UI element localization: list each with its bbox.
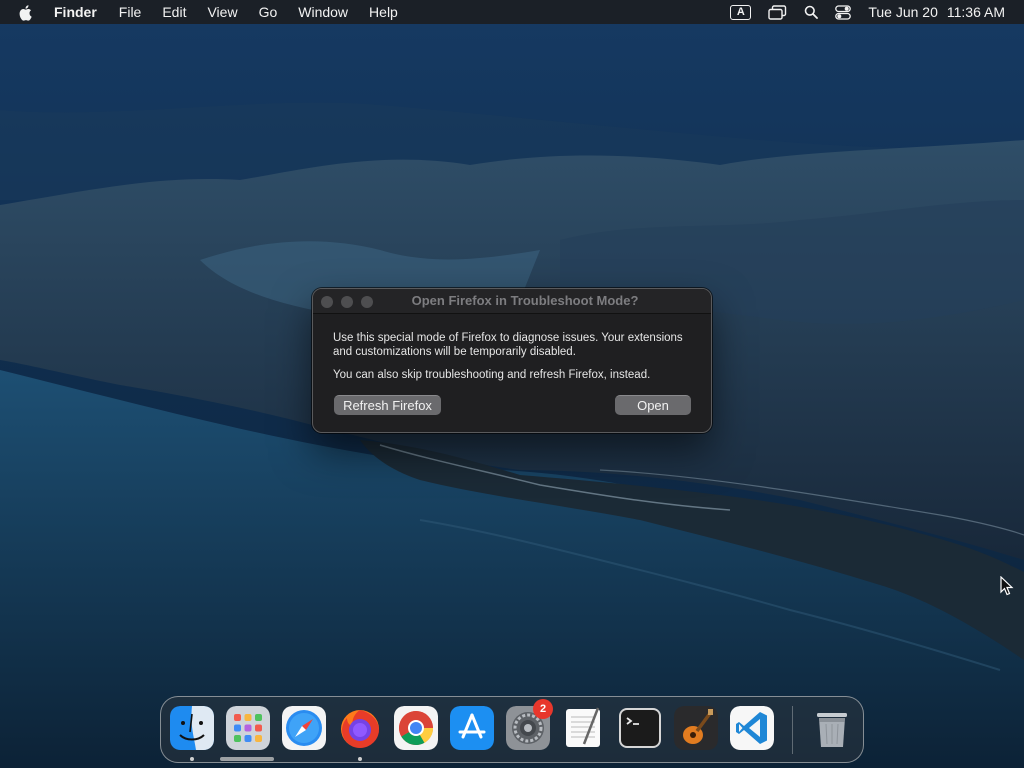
finder-running-indicator (190, 757, 194, 761)
open-button[interactable]: Open (615, 395, 691, 415)
firefox-icon[interactable] (338, 706, 382, 750)
apple-menu-icon[interactable] (19, 3, 35, 21)
dialog-secondary-message: You can also skip troubleshooting and re… (333, 369, 651, 381)
clock-date: Tue Jun 20 (868, 4, 938, 20)
input-source-icon[interactable]: A (730, 0, 752, 24)
input-source-label: A (730, 4, 752, 20)
control-center-icon[interactable] (835, 0, 852, 24)
system-preferences-badge: 2 (533, 699, 553, 719)
dialog-title: Open Firefox in Troubleshoot Mode? (411, 293, 639, 308)
clock-time: 11:36 AM (946, 4, 1005, 20)
safari-icon[interactable] (282, 706, 326, 750)
menu-window[interactable]: Window (298, 0, 348, 24)
trash-icon[interactable] (810, 706, 854, 750)
garageband-icon[interactable] (674, 706, 718, 750)
spotlight-search-icon[interactable] (804, 0, 819, 24)
vscode-icon[interactable] (730, 706, 774, 750)
chrome-icon[interactable] (394, 706, 438, 750)
launchpad-icon[interactable] (226, 706, 270, 750)
dialog-titlebar: Open Firefox in Troubleshoot Mode? (313, 289, 711, 314)
troubleshoot-mode-dialog: Open Firefox in Troubleshoot Mode? Use t… (312, 288, 712, 433)
dock-scroll-indicator (220, 757, 274, 761)
terminal-icon[interactable] (618, 706, 662, 750)
menu-bar-clock[interactable]: Tue Jun 20 11:36 AM (868, 4, 1005, 20)
dock: 2 (160, 696, 864, 763)
refresh-firefox-button[interactable]: Refresh Firefox (334, 395, 441, 415)
menu-file[interactable]: File (119, 0, 142, 24)
app-store-icon[interactable] (450, 706, 494, 750)
menu-help[interactable]: Help (369, 0, 398, 24)
dialog-message: Use this special mode of Firefox to diag… (333, 332, 683, 358)
menu-edit[interactable]: Edit (162, 0, 186, 24)
mouse-cursor-icon (1000, 575, 1014, 596)
menu-view[interactable]: View (207, 0, 237, 24)
finder-icon[interactable] (170, 706, 214, 750)
firefox-running-indicator (358, 757, 362, 761)
screen-mirroring-icon[interactable] (768, 0, 787, 24)
menu-go[interactable]: Go (259, 0, 278, 24)
textedit-icon[interactable] (562, 706, 606, 750)
menu-bar: Finder File Edit View Go Window Help A T… (0, 0, 1024, 24)
dock-separator (792, 706, 793, 754)
menu-finder[interactable]: Finder (54, 0, 97, 24)
